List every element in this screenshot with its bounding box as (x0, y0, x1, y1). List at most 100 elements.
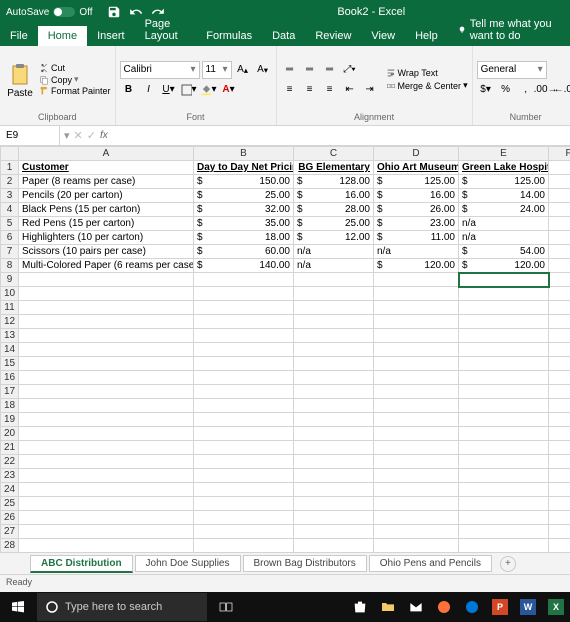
row-header[interactable]: 11 (1, 301, 19, 315)
cell[interactable] (549, 455, 570, 469)
row-header[interactable]: 27 (1, 525, 19, 539)
cell[interactable] (294, 357, 374, 371)
cell[interactable] (459, 413, 549, 427)
cell[interactable] (374, 497, 459, 511)
align-bottom-button[interactable]: ═ (321, 61, 339, 79)
cell[interactable] (194, 371, 294, 385)
app-edge[interactable] (458, 592, 486, 622)
autosave-toggle[interactable]: AutoSave Off (0, 7, 99, 18)
cell[interactable] (19, 329, 194, 343)
cell[interactable] (19, 511, 194, 525)
start-button[interactable] (0, 592, 36, 622)
cell[interactable] (294, 329, 374, 343)
cell[interactable] (19, 441, 194, 455)
column-header[interactable]: A (19, 147, 194, 161)
cell[interactable] (374, 413, 459, 427)
cell[interactable] (19, 427, 194, 441)
cell[interactable] (374, 511, 459, 525)
taskbar-search[interactable]: Type here to search (37, 593, 207, 621)
dropdown-icon[interactable]: ▾ (64, 129, 70, 142)
fill-color-button[interactable]: ▾ (200, 81, 218, 99)
paste-button[interactable]: Paste (4, 60, 36, 99)
row-header[interactable]: 20 (1, 427, 19, 441)
cell[interactable]: $140.00 (194, 259, 294, 273)
row-header[interactable]: 16 (1, 371, 19, 385)
decrease-font-button[interactable]: A▾ (254, 61, 272, 79)
cell[interactable] (459, 287, 549, 301)
cell[interactable] (294, 287, 374, 301)
enter-icon[interactable]: ✓ (87, 129, 96, 142)
cell[interactable] (19, 399, 194, 413)
cell[interactable] (194, 469, 294, 483)
cell[interactable]: $14.00 (459, 189, 549, 203)
cell[interactable] (374, 455, 459, 469)
cell[interactable] (459, 427, 549, 441)
cell[interactable] (374, 441, 459, 455)
cell[interactable] (19, 273, 194, 287)
cell[interactable] (374, 371, 459, 385)
cell[interactable]: $18.00 (194, 231, 294, 245)
cell[interactable]: Green Lake Hospital (459, 161, 549, 175)
cell[interactable] (194, 357, 294, 371)
cell[interactable] (374, 483, 459, 497)
cell[interactable]: $60.00 (194, 245, 294, 259)
row-header[interactable]: 9 (1, 273, 19, 287)
cell[interactable] (294, 399, 374, 413)
cell[interactable] (19, 539, 194, 553)
row-header[interactable]: 10 (1, 287, 19, 301)
name-box[interactable] (0, 126, 60, 145)
cell[interactable] (374, 287, 459, 301)
cell[interactable] (459, 455, 549, 469)
align-center-button[interactable]: ≡ (301, 81, 319, 99)
cell[interactable] (549, 357, 570, 371)
column-header[interactable]: E (459, 147, 549, 161)
cell[interactable] (374, 469, 459, 483)
cell[interactable]: Scissors (10 pairs per case) (19, 245, 194, 259)
save-icon[interactable] (107, 5, 121, 19)
cell[interactable] (549, 469, 570, 483)
cell[interactable] (549, 343, 570, 357)
cell[interactable] (194, 455, 294, 469)
cell[interactable] (19, 343, 194, 357)
app-firefox[interactable] (430, 592, 458, 622)
bold-button[interactable]: B (120, 81, 138, 99)
cell[interactable] (549, 217, 570, 231)
cell[interactable] (294, 511, 374, 525)
cell[interactable] (549, 189, 570, 203)
cell[interactable] (194, 287, 294, 301)
cell[interactable] (459, 497, 549, 511)
row-header[interactable]: 13 (1, 329, 19, 343)
task-view-button[interactable] (208, 592, 244, 622)
cell[interactable] (194, 511, 294, 525)
increase-indent-button[interactable]: ⇥ (361, 81, 379, 99)
cell[interactable]: Customer (19, 161, 194, 175)
cell[interactable]: $25.00 (294, 217, 374, 231)
fx-icon[interactable]: fx (100, 130, 108, 141)
cell[interactable] (194, 525, 294, 539)
cell[interactable]: $120.00 (374, 259, 459, 273)
tab-data[interactable]: Data (262, 26, 305, 46)
cell[interactable] (549, 203, 570, 217)
cell[interactable] (459, 301, 549, 315)
percent-button[interactable]: % (497, 81, 515, 99)
cell[interactable] (194, 385, 294, 399)
app-excel[interactable]: X (542, 592, 570, 622)
tab-insert[interactable]: Insert (87, 26, 135, 46)
cell[interactable] (459, 385, 549, 399)
copy-button[interactable]: Copy ▾ (39, 74, 111, 85)
cell[interactable] (459, 315, 549, 329)
cell[interactable] (374, 315, 459, 329)
row-header[interactable]: 25 (1, 497, 19, 511)
cell[interactable] (549, 231, 570, 245)
merge-center-button[interactable]: Merge & Center ▾ (386, 80, 468, 91)
row-header[interactable]: 26 (1, 511, 19, 525)
app-powerpoint[interactable]: P (486, 592, 514, 622)
tab-review[interactable]: Review (305, 26, 361, 46)
row-header[interactable]: 6 (1, 231, 19, 245)
cell[interactable] (294, 525, 374, 539)
cell[interactable] (294, 385, 374, 399)
cell[interactable]: $32.00 (194, 203, 294, 217)
cell[interactable] (294, 315, 374, 329)
tab-help[interactable]: Help (405, 26, 448, 46)
orientation-button[interactable]: ⤢▾ (341, 61, 359, 79)
